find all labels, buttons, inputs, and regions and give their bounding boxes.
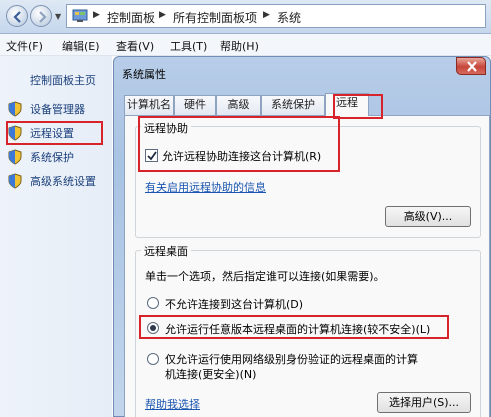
arrow-left-icon	[13, 11, 21, 23]
remote-assistance-info-link[interactable]: 有关启用远程协助的信息	[145, 179, 266, 195]
chevron-right-icon[interactable]: ▶	[263, 10, 270, 20]
shield-icon	[8, 149, 22, 165]
nla-only-label-line2[interactable]: 机连接(更安全)(N)	[165, 366, 256, 382]
checkmark-icon	[147, 151, 157, 161]
breadcrumb-all-items[interactable]: 所有控制面板项	[173, 9, 257, 26]
control-panel-icon	[72, 9, 88, 22]
tab-advanced[interactable]: 高级	[216, 95, 261, 115]
close-icon	[467, 61, 477, 72]
remote-tab-highlight	[333, 94, 383, 119]
remote-desktop-title: 远程桌面	[141, 243, 191, 259]
remote-settings-highlight	[6, 121, 103, 145]
breadcrumb-control-panel[interactable]: 控制面板	[107, 9, 155, 26]
sidebar-item-label: 高级系统设置	[30, 175, 96, 188]
sidebar-item-label: 设备管理器	[30, 103, 85, 116]
dialog-title: 系统属性	[122, 68, 166, 81]
menu-help[interactable]: 帮助(H)	[220, 38, 259, 54]
no-remote-connection-label[interactable]: 不允许连接到这台计算机(D)	[165, 296, 303, 312]
no-remote-connection-radio[interactable]	[147, 297, 159, 309]
allow-any-version-label[interactable]: 允许运行任意版本远程桌面的计算机连接(较不安全)(L)	[165, 321, 430, 337]
remote-tab-page: 远程协助 允许远程协助连接这台计算机(R) 有关启用远程协助的信息 高级(V).…	[124, 115, 490, 417]
system-properties-dialog: 系统属性 计算机名 硬件 高级 系统保护 远程 远程协助 允许远程协助连接这台计…	[113, 56, 491, 417]
tab-hardware[interactable]: 硬件	[174, 95, 216, 115]
close-button[interactable]	[456, 57, 486, 75]
address-field[interactable]: ▶ 控制面板 ▶ 所有控制面板项 ▶ 系统	[66, 4, 486, 28]
task-pane: 控制面板主页 设备管理器 远程设置 系统保护 高级系统设置	[0, 56, 112, 417]
menu-tools[interactable]: 工具(T)	[170, 38, 207, 54]
advanced-button[interactable]: 高级(V)...	[385, 206, 471, 227]
nla-only-label-line1[interactable]: 仅允许运行使用网络级别身份验证的远程桌面的计算	[165, 351, 418, 367]
menu-file[interactable]: 文件(F)	[6, 38, 43, 54]
tab-computer-name[interactable]: 计算机名	[124, 95, 174, 115]
allow-any-version-radio[interactable]	[147, 322, 159, 334]
history-dropdown-icon[interactable]: ▼	[55, 12, 61, 21]
control-panel-home-link[interactable]: 控制面板主页	[30, 72, 96, 88]
nla-only-radio[interactable]	[147, 353, 159, 365]
address-bar: ▼ ▶ 控制面板 ▶ 所有控制面板项 ▶ 系统	[0, 0, 491, 34]
help-me-choose-link[interactable]: 帮助我选择	[145, 396, 200, 412]
shield-icon	[8, 101, 22, 117]
tab-system-protection[interactable]: 系统保护	[261, 95, 325, 115]
menu-view[interactable]: 查看(V)	[116, 38, 154, 54]
arrow-right-icon	[39, 11, 47, 23]
allow-remote-assistance-label[interactable]: 允许远程协助连接这台计算机(R)	[162, 148, 321, 164]
chevron-right-icon: ▶	[93, 10, 100, 20]
shield-icon	[8, 173, 22, 189]
menu-bar: 文件(F) 编辑(E) 查看(V) 工具(T) 帮助(H)	[0, 34, 491, 56]
sidebar-item-label: 系统保护	[30, 151, 74, 164]
radio-selected-dot	[150, 325, 156, 331]
back-button[interactable]	[6, 5, 28, 27]
breadcrumb-system[interactable]: 系统	[277, 9, 301, 26]
forward-button[interactable]	[30, 5, 52, 27]
menu-edit[interactable]: 编辑(E)	[62, 38, 100, 54]
allow-remote-assistance-checkbox[interactable]	[145, 149, 158, 162]
select-users-button[interactable]: 选择用户(S)...	[377, 392, 471, 413]
remote-desktop-instruction: 单击一个选项，然后指定谁可以连接(如果需要)。	[145, 270, 385, 283]
chevron-right-icon[interactable]: ▶	[159, 10, 166, 20]
